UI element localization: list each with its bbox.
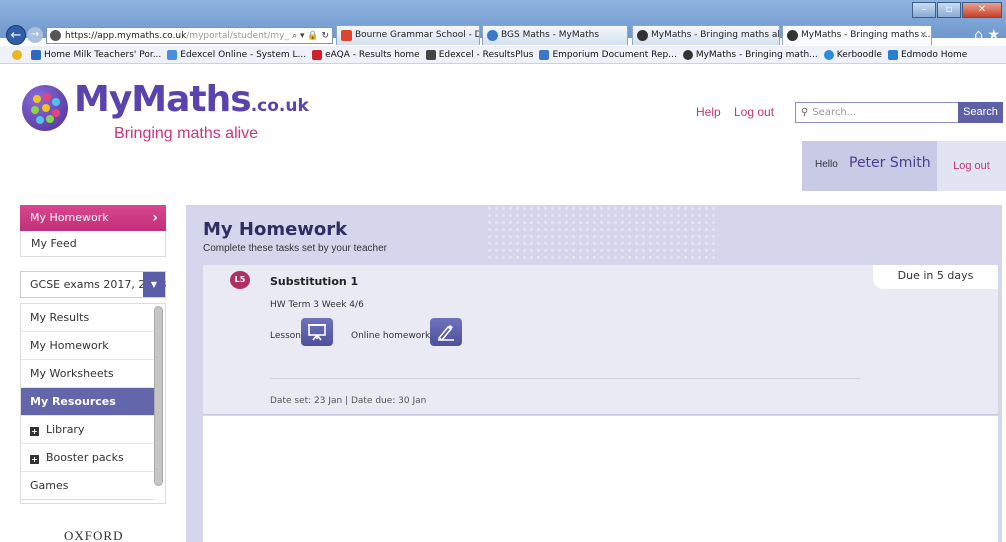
bookmark-icon [682,49,693,60]
favorite-link[interactable]: Edexcel - ResultsPlus [425,49,533,60]
favorite-link[interactable]: Edexcel Online - System L... [167,49,306,60]
address-tools-icon[interactable]: ⌕ ▾ 🔒 ↻ [292,31,332,41]
tab-label: BGS Maths - MyMaths [501,30,600,40]
hello-label: Hello [815,159,838,170]
page-title: My Homework [203,219,348,240]
favorite-link[interactable]: MyMaths - Bringing math... [682,49,818,60]
course-select[interactable]: GCSE exams 2017, 2018 ▼ [20,271,166,298]
primary-nav: My Homework › My Feed [20,205,166,257]
tab-label: MyMaths - Bringing maths alive [651,30,780,40]
logout-link[interactable]: Log out [734,105,774,119]
page-subtitle: Complete these tasks set by your teacher [203,243,387,254]
nav-item-my-resources[interactable]: My Resources [21,388,155,416]
favorite-link[interactable]: Home Milk Teachers' Por... [31,49,161,60]
url-path: /myportal/student/my_ [186,30,289,41]
expand-plus-icon[interactable]: + [30,427,39,436]
bookmark-icon [425,49,436,60]
site-logo[interactable]: MyMaths.co.uk [74,79,309,120]
decorative-dots [486,205,716,263]
nav-scrollbar[interactable] [154,306,163,486]
favorites-bar: Home Milk Teachers' Por... Edexcel Onlin… [0,46,1006,64]
nav-item-library[interactable]: + Library [21,416,155,444]
lesson-label: Lesson [270,331,301,341]
nav-item-my-homework-active[interactable]: My Homework › [20,205,166,231]
homework-list-area [203,416,998,542]
bookmark-icon [167,49,178,60]
nav-item-my-homework[interactable]: My Homework [21,332,155,360]
pencil-edit-icon [437,325,454,341]
task-title: Substitution 1 [270,275,359,288]
browser-tab-mymaths-1[interactable]: MyMaths - Bringing maths alive [632,25,780,45]
nav-item-my-results[interactable]: My Results [21,304,155,332]
bookmark-icon [823,49,834,60]
tab-label: MyMaths - Bringing maths ... [801,30,931,40]
nav-item-my-worksheets[interactable]: My Worksheets [21,360,155,388]
search-icon: ⚲ [801,107,809,118]
page-content: MyMaths.co.uk Bringing maths alive Help … [0,65,1006,542]
search-button[interactable]: Search [958,102,1003,123]
homework-task-card: Due in 5 days L5 Substitution 1 HW Term … [203,265,998,415]
task-dates: Date set: 23 Jan | Date due: 30 Jan [270,396,427,406]
forward-arrow-icon[interactable]: → [27,27,43,43]
favorite-link[interactable]: Kerboodle [823,49,882,60]
homework-panel: My Homework Complete these tasks set by … [186,205,1002,542]
lesson-button[interactable] [301,318,333,346]
chevron-down-icon[interactable]: ▼ [143,272,165,297]
browser-tab-bourne[interactable]: Bourne Grammar School - Dep... [336,25,480,45]
url-host: https://app.mymaths.co.uk [65,30,187,41]
user-name: Peter Smith [849,155,931,171]
nav-item-my-feed[interactable]: My Feed [20,231,166,257]
tab-close-icon[interactable]: × [919,26,927,44]
minimize-icon[interactable]: – [912,2,936,18]
presentation-board-icon [308,324,326,341]
favorites-star-icon[interactable] [12,49,25,60]
nav-item-games[interactable]: Games [21,472,155,500]
bookmark-icon [312,49,323,60]
oxford-logo: OXFORD [64,528,124,542]
user-logout-button[interactable]: Log out [937,141,1006,191]
task-group: HW Term 3 Week 4/6 [270,300,364,310]
favorite-link[interactable]: Emporium Document Rep... [539,49,677,60]
window-close-icon[interactable]: ✕ [962,2,1002,18]
tab-label: Bourne Grammar School - Dep... [355,30,479,40]
online-homework-button[interactable] [430,318,462,346]
search-input[interactable]: ⚲ Search... [795,102,959,123]
site-tagline: Bringing maths alive [114,125,259,142]
nav-item-booster-packs[interactable]: + Booster packs [21,444,155,472]
address-bar[interactable]: https://app.mymaths.co.uk/myportal/stude… [46,27,333,44]
bourne-shield-icon [341,30,352,41]
maximize-icon[interactable]: ▫ [937,2,961,18]
favorite-link[interactable]: eAQA - Results home [312,49,420,60]
chevron-right-icon: › [152,210,158,226]
window-controls: – ▫ ✕ [911,2,1002,18]
help-link[interactable]: Help [696,105,721,119]
site-globe-icon [50,30,61,41]
favorite-link[interactable]: Edmodo Home [887,49,967,60]
mymaths-favicon [787,30,798,41]
mymaths-favicon [637,30,648,41]
ie-page-icon [487,30,498,41]
level-badge: L5 [230,271,250,289]
bookmark-icon [31,49,41,60]
bookmark-icon [887,49,898,60]
search-placeholder: Search... [812,107,857,118]
back-arrow-icon[interactable]: ← [6,25,26,45]
user-panel: Hello Peter Smith Log out [802,141,1006,191]
task-divider [270,378,860,379]
due-badge: Due in 5 days [873,265,998,289]
secondary-nav: My Results My Homework My Worksheets My … [20,303,166,504]
browser-tab-bgs[interactable]: BGS Maths - MyMaths [482,25,628,45]
expand-plus-icon[interactable]: + [30,455,39,464]
mymaths-logo-icon[interactable] [22,85,68,131]
online-homework-label: Online homework [351,331,431,341]
bookmark-icon [539,49,550,60]
browser-tab-mymaths-2[interactable]: MyMaths - Bringing maths ... × [782,25,932,45]
home-star-icon[interactable]: ⌂ ★ [974,27,1000,43]
